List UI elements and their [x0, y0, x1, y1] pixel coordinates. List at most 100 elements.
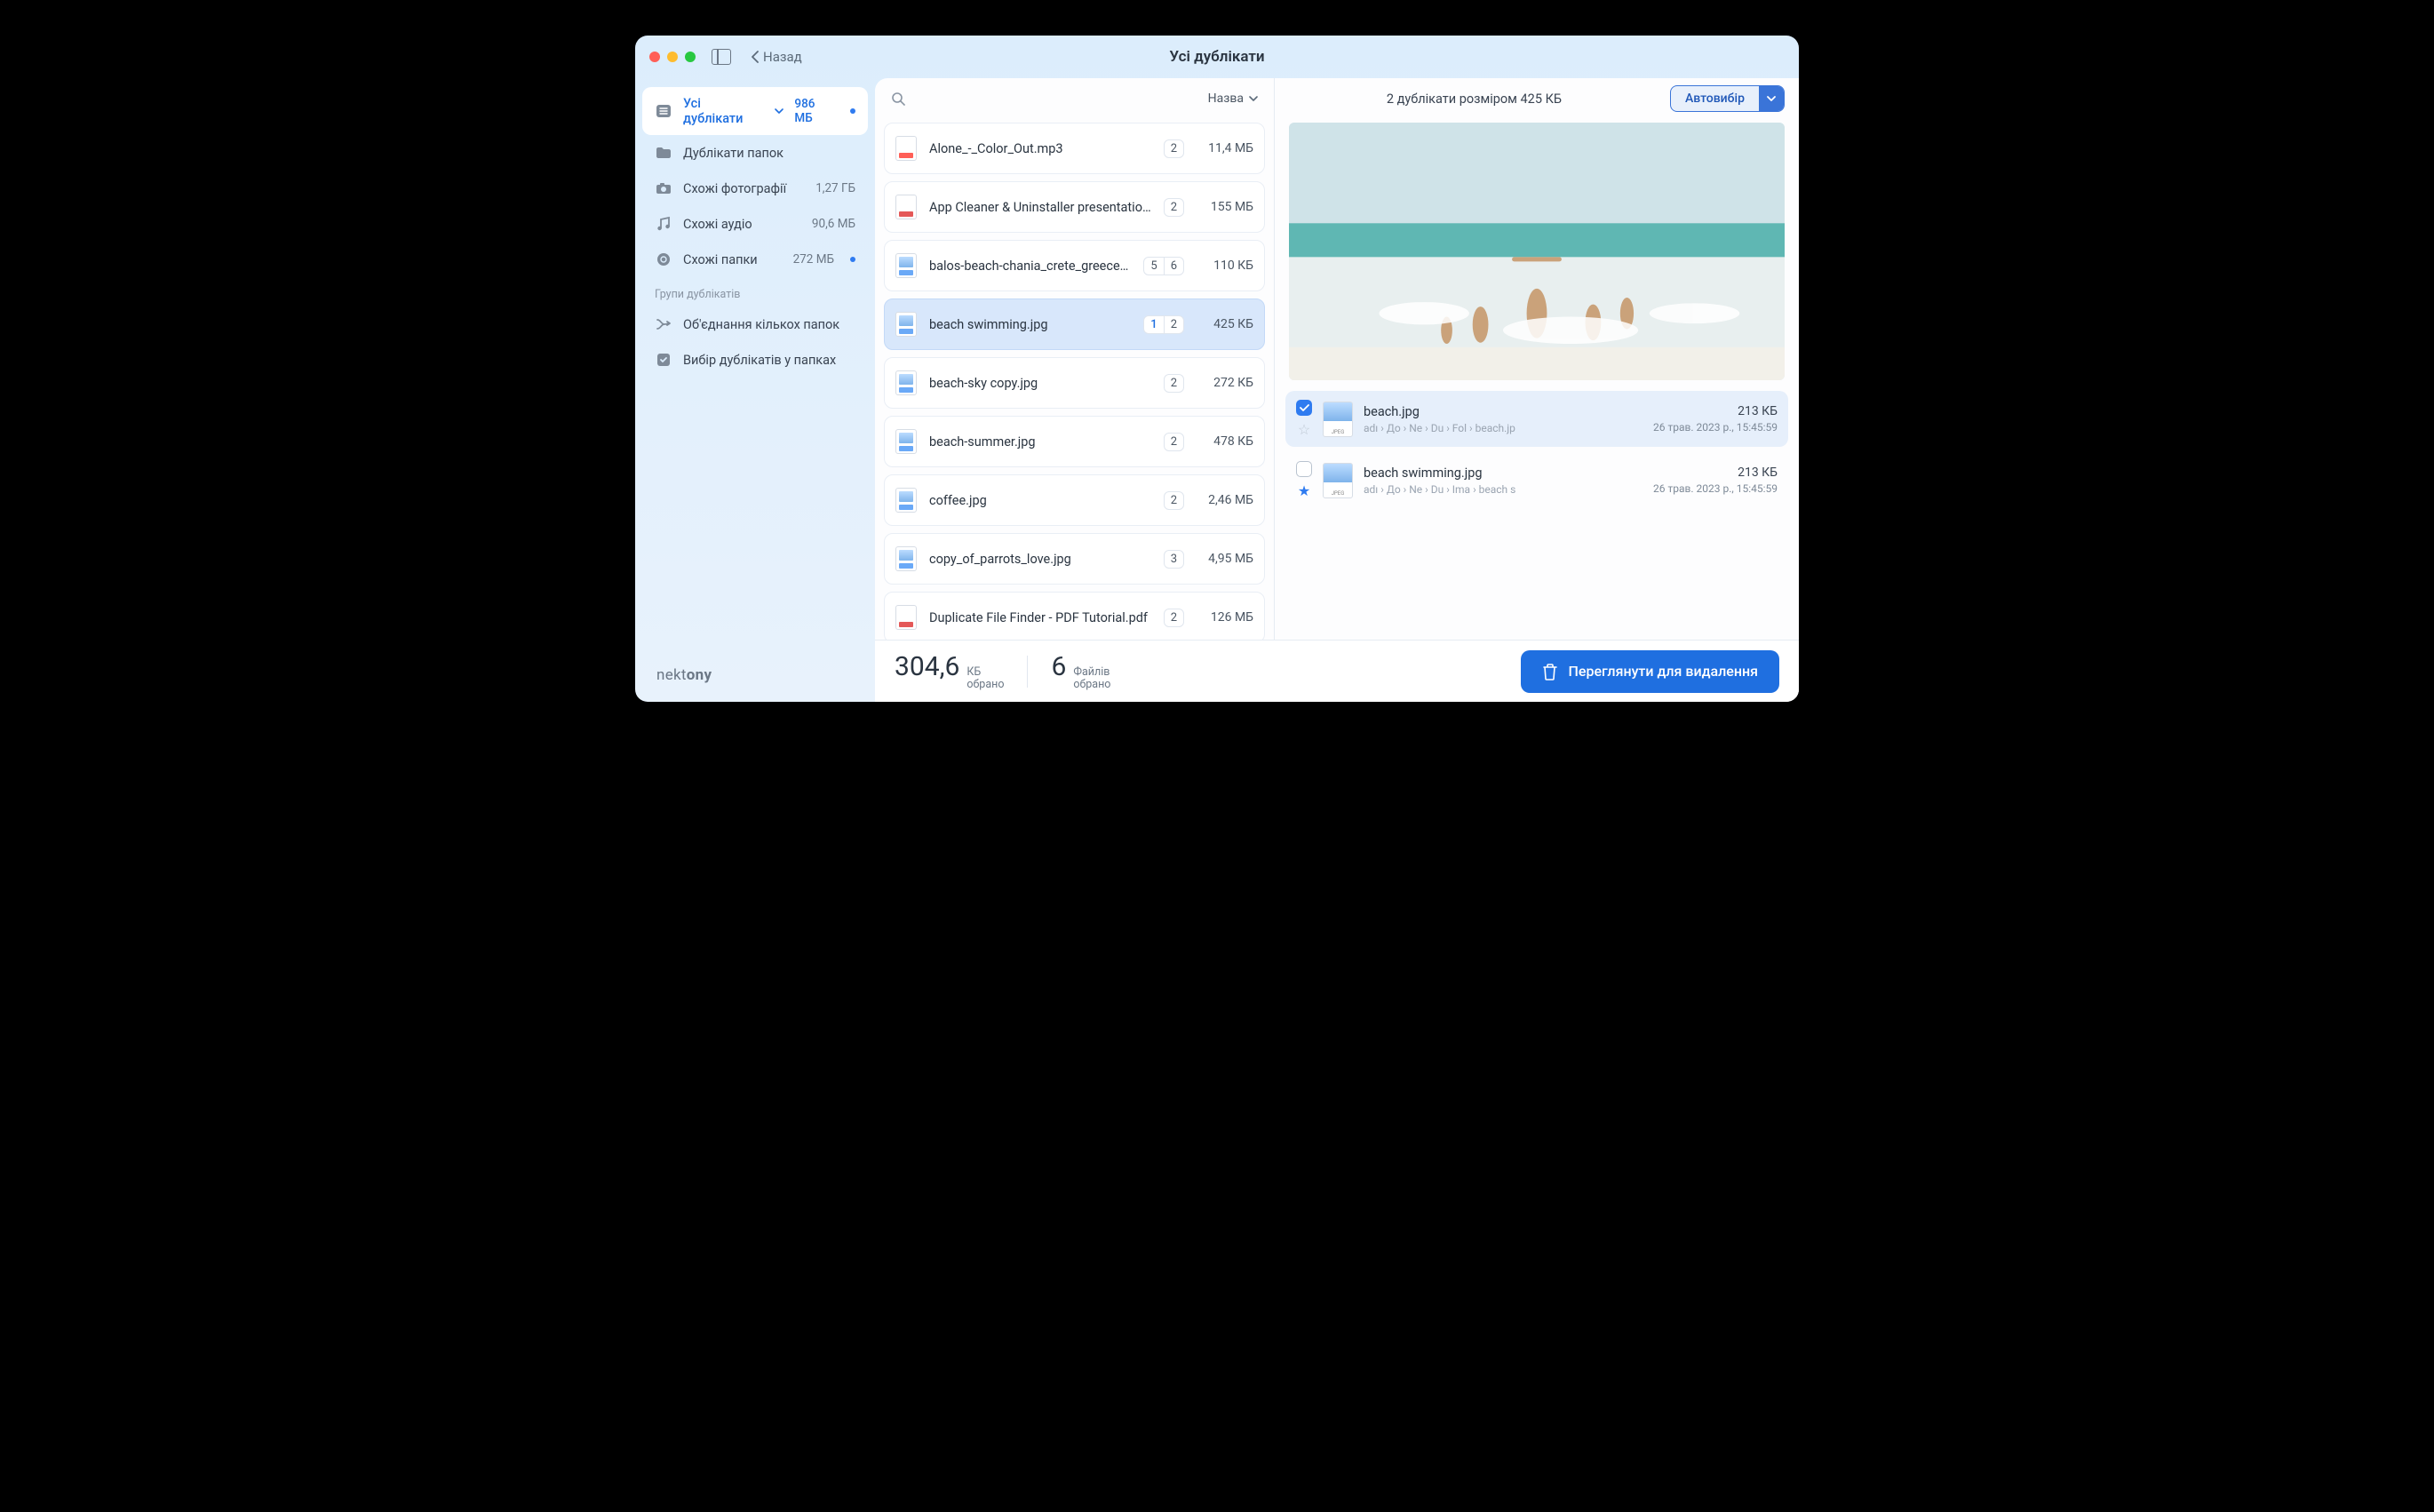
badge-group: 2	[1164, 139, 1184, 158]
star-icon[interactable]: ☆	[1296, 421, 1312, 438]
selected-files-stat: 6 Файлівобрано	[1051, 651, 1110, 691]
badge-group: 2	[1164, 491, 1184, 510]
duplicate-path: adı › До › Ne › Du › Fol › beach.jp	[1364, 422, 1643, 434]
preview-image	[1289, 123, 1785, 380]
count-badge: 1	[1144, 316, 1163, 333]
list-row[interactable]: copy_of_parrots_love.jpg 3 4,95 МБ	[884, 533, 1265, 585]
file-size: 110 КБ	[1197, 259, 1253, 273]
sidebar-item-size: 1,27 ГБ	[815, 181, 855, 195]
back-label: Назад	[763, 49, 802, 65]
check-icon	[655, 351, 672, 369]
indicator-dot	[850, 257, 855, 262]
file-name: copy_of_parrots_love.jpg	[929, 552, 1151, 567]
sidebar-item-size: 90,6 МБ	[812, 217, 855, 231]
duplicate-size: 213 КБ	[1653, 404, 1778, 418]
toggle-sidebar-button[interactable]	[712, 49, 731, 65]
sidebar-item-size: 986 МБ	[794, 97, 834, 125]
sidebar-icon	[712, 49, 731, 65]
autoselect-button[interactable]: Автовибір	[1670, 85, 1785, 112]
titlebar: Назад Усі дублікати	[635, 36, 1799, 78]
count-badge: 3	[1165, 551, 1183, 568]
autoselect-dropdown[interactable]	[1759, 86, 1784, 111]
duplicates-list[interactable]: Alone_-_Color_Out.mp3 2 11,4 МБ App Clea…	[875, 119, 1274, 702]
close-window-button[interactable]	[649, 52, 660, 62]
sidebar-item-0[interactable]: Усі дублікати986 МБ	[642, 87, 868, 135]
preview-column: 2 дублікати розміром 425 КБ Автовибір	[1275, 78, 1799, 702]
count-badge: 2	[1165, 375, 1183, 392]
sidebar-item-2[interactable]: Схожі фотографії1,27 ГБ	[642, 171, 868, 206]
file-size: 126 МБ	[1197, 610, 1253, 625]
star-icon[interactable]: ★	[1296, 482, 1312, 499]
sidebar-item-3[interactable]: Схожі аудіо90,6 МБ	[642, 206, 868, 242]
indicator-dot	[850, 108, 855, 114]
sidebar-group-0[interactable]: Об'єднання кількох папок	[642, 306, 868, 342]
list-row[interactable]: App Cleaner & Uninstaller presentation..…	[884, 181, 1265, 233]
count-badge: 2	[1165, 492, 1183, 509]
duplicate-row[interactable]: ☆ beach.jpg adı › До › Ne › Du › Fol › b…	[1285, 391, 1788, 447]
review-for-removal-button[interactable]: Переглянути для видалення	[1521, 650, 1779, 693]
file-thumbnail	[1323, 463, 1353, 498]
sidebar-item-1[interactable]: Дублікати папок	[642, 135, 868, 171]
back-button[interactable]: Назад	[751, 49, 802, 65]
duplicate-name: beach.jpg	[1364, 404, 1643, 419]
list-row[interactable]: beach swimming.jpg 12 425 КБ	[884, 298, 1265, 350]
count-badge: 2	[1164, 316, 1183, 333]
badge-group: 2	[1164, 433, 1184, 451]
count-badge: 2	[1165, 609, 1183, 626]
file-size: 155 МБ	[1197, 200, 1253, 214]
footer-bar: 304,6 КБобрано 6 Файлівобрано Переглянут…	[875, 640, 1799, 702]
sidebar-group-1[interactable]: Вибір дублікатів у папках	[642, 342, 868, 378]
duplicate-row[interactable]: ★ beach swimming.jpg adı › До › Ne › Du …	[1285, 452, 1788, 508]
chevron-left-icon	[751, 51, 760, 63]
checkbox[interactable]	[1296, 461, 1312, 477]
zoom-window-button[interactable]	[685, 52, 696, 62]
file-name: beach-sky copy.jpg	[929, 376, 1151, 391]
sort-dropdown[interactable]: Назва	[1208, 92, 1258, 106]
list-icon	[655, 102, 672, 120]
duplicate-date: 26 трав. 2023 р., 15:45:59	[1653, 482, 1778, 495]
preview-summary: 2 дублікати розміром 425 КБ	[1289, 92, 1659, 107]
file-type-icon	[895, 195, 917, 219]
link-icon	[655, 251, 672, 268]
list-row[interactable]: Alone_-_Color_Out.mp3 2 11,4 МБ	[884, 123, 1265, 174]
page-title: Усі дублікати	[1169, 48, 1264, 66]
file-name: Alone_-_Color_Out.mp3	[929, 141, 1151, 156]
list-row[interactable]: balos-beach-chania_crete_greece.j... 56 …	[884, 240, 1265, 291]
badge-group: 2	[1164, 198, 1184, 217]
file-thumbnail	[1323, 402, 1353, 437]
file-type-icon	[895, 429, 917, 454]
sidebar-item-label: Схожі папки	[683, 252, 758, 267]
badge-group: 12	[1143, 315, 1184, 334]
file-size: 425 КБ	[1197, 317, 1253, 331]
main-pane: Назва Alone_-_Color_Out.mp3 2 11,4 МБ Ap…	[875, 78, 1799, 702]
duplicate-path: adı › До › Ne › Du › Ima › beach s	[1364, 483, 1643, 496]
sort-label: Назва	[1208, 92, 1244, 106]
file-type-icon	[895, 253, 917, 278]
file-type-icon	[895, 312, 917, 337]
file-type-icon	[895, 546, 917, 571]
file-type-icon	[895, 488, 917, 513]
list-header: Назва	[875, 78, 1274, 119]
review-label: Переглянути для видалення	[1569, 663, 1758, 680]
list-row[interactable]: beach-summer.jpg 2 478 КБ	[884, 416, 1265, 467]
autoselect-label: Автовибір	[1671, 86, 1759, 111]
minimize-window-button[interactable]	[667, 52, 678, 62]
search-icon[interactable]	[891, 92, 905, 106]
badge-group: 56	[1143, 257, 1184, 275]
file-name: Duplicate File Finder - PDF Tutorial.pdf	[929, 610, 1151, 625]
list-row[interactable]: beach-sky copy.jpg 2 272 КБ	[884, 357, 1265, 409]
sidebar-item-4[interactable]: Схожі папки272 МБ	[642, 242, 868, 277]
file-size: 478 КБ	[1197, 434, 1253, 449]
list-row[interactable]: coffee.jpg 2 2,46 МБ	[884, 474, 1265, 526]
count-badge: 2	[1165, 140, 1183, 157]
count-badge: 2	[1165, 199, 1183, 216]
sidebar-item-label: Об'єднання кількох папок	[683, 317, 839, 332]
file-size: 2,46 МБ	[1197, 493, 1253, 507]
file-size: 11,4 МБ	[1197, 141, 1253, 155]
app-window: Назад Усі дублікати Усі дублікати986 МБД…	[635, 36, 1799, 702]
list-row[interactable]: Duplicate File Finder - PDF Tutorial.pdf…	[884, 592, 1265, 643]
sidebar-item-label: Вибір дублікатів у папках	[683, 353, 836, 368]
duplicates-list-column: Назва Alone_-_Color_Out.mp3 2 11,4 МБ Ap…	[875, 78, 1275, 702]
file-size: 272 КБ	[1197, 376, 1253, 390]
checkbox[interactable]	[1296, 400, 1312, 416]
